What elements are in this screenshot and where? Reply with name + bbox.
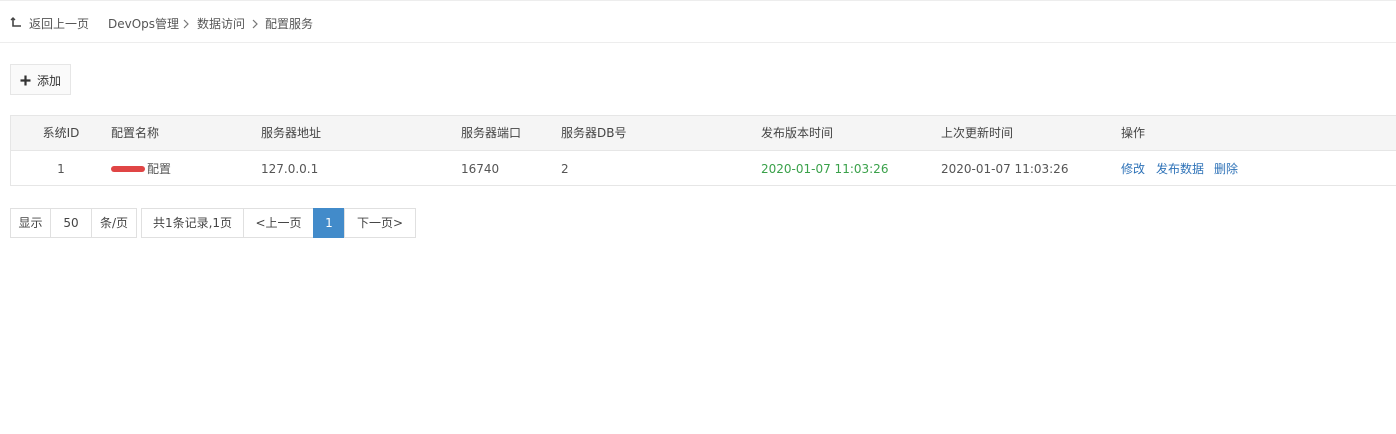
column-header-publish-time: 发布版本时间	[761, 126, 834, 140]
column-header-server-port: 服务器端口	[461, 126, 522, 140]
delete-link[interactable]: 删除	[1214, 162, 1238, 176]
column-header-last-update-time: 上次更新时间	[941, 126, 1014, 140]
cell-publish-time: 2020-01-07 11:03:26	[761, 162, 889, 176]
cell-db-number: 2	[561, 162, 569, 176]
config-table: 系统ID 配置名称 服务器地址 服务器端口 服务器DB号 发布版本时间 上次更新…	[10, 115, 1396, 186]
chevron-right-icon	[252, 19, 258, 29]
table-row: 1 配置 127.0.0.1 16740 2 2020-01-07 11:03:…	[11, 151, 1396, 185]
chevron-right-icon	[183, 19, 189, 29]
pagination-summary: 共1条记录,1页	[141, 208, 244, 238]
back-link[interactable]: 返回上一页	[29, 17, 89, 31]
column-header-db-number: 服务器DB号	[561, 126, 627, 140]
column-header-server-address: 服务器地址	[261, 126, 322, 140]
add-button-label: 添加	[37, 74, 62, 88]
table-header: 系统ID 配置名称 服务器地址 服务器端口 服务器DB号 发布版本时间 上次更新…	[11, 116, 1396, 151]
page-size-show-label: 显示	[10, 208, 51, 238]
breadcrumb-item-devops[interactable]: DevOps管理	[108, 17, 179, 31]
page-button-current[interactable]: 1	[313, 208, 345, 238]
breadcrumb-item-data-access[interactable]: 数据访问	[197, 17, 245, 31]
prev-page-button[interactable]: <上一页	[243, 208, 314, 238]
plus-icon	[20, 75, 31, 86]
next-page-button[interactable]: 下一页>	[344, 208, 416, 238]
cell-server-address: 127.0.0.1	[261, 162, 319, 176]
breadcrumb: 返回上一页 DevOps管理 数据访问 配置服务	[0, 0, 1396, 43]
config-name-text: 配置	[147, 162, 172, 176]
redaction-mark	[111, 166, 145, 172]
edit-link[interactable]: 修改	[1121, 162, 1145, 176]
cell-last-update-time: 2020-01-07 11:03:26	[941, 162, 1069, 176]
back-arrow-icon[interactable]	[10, 17, 22, 29]
column-header-config-name: 配置名称	[111, 126, 160, 140]
add-button[interactable]: 添加	[10, 64, 71, 95]
breadcrumb-item-config-service: 配置服务	[265, 17, 314, 31]
page-size-input[interactable]: 50	[50, 208, 92, 238]
column-header-actions: 操作	[1121, 126, 1146, 140]
column-header-system-id: 系统ID	[42, 126, 80, 140]
page: 返回上一页 DevOps管理 数据访问 配置服务 添加 系统ID 配置名称 服务…	[0, 0, 1396, 434]
page-size-unit-label: 条/页	[91, 208, 137, 238]
publish-data-link[interactable]: 发布数据	[1156, 162, 1204, 176]
cell-system-id: 1	[57, 162, 65, 176]
cell-server-port: 16740	[461, 162, 500, 176]
